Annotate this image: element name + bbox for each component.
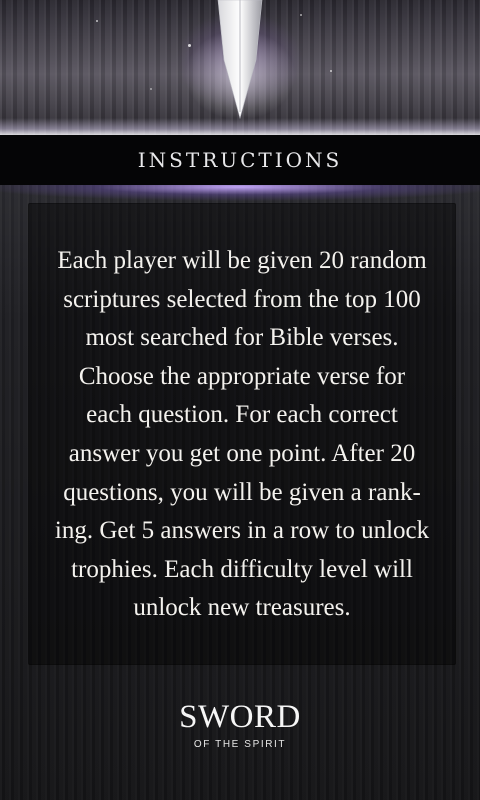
page-title: INSTRUCTIONS (137, 148, 343, 172)
instructions-screen: INSTRUCTIONS Each player will be given 2… (0, 0, 480, 800)
instructions-text: Each player will be given 20 random scri… (54, 247, 430, 622)
header-banner (0, 0, 480, 135)
banner-glow (0, 118, 480, 135)
title-glow (0, 185, 480, 203)
sword-icon (185, 0, 295, 120)
app-logo: SWORD OF THE SPIRIT (0, 700, 480, 750)
logo-title: SWORD (179, 699, 301, 735)
title-bar: INSTRUCTIONS (0, 135, 480, 185)
logo-subtitle: OF THE SPIRIT (193, 739, 287, 750)
